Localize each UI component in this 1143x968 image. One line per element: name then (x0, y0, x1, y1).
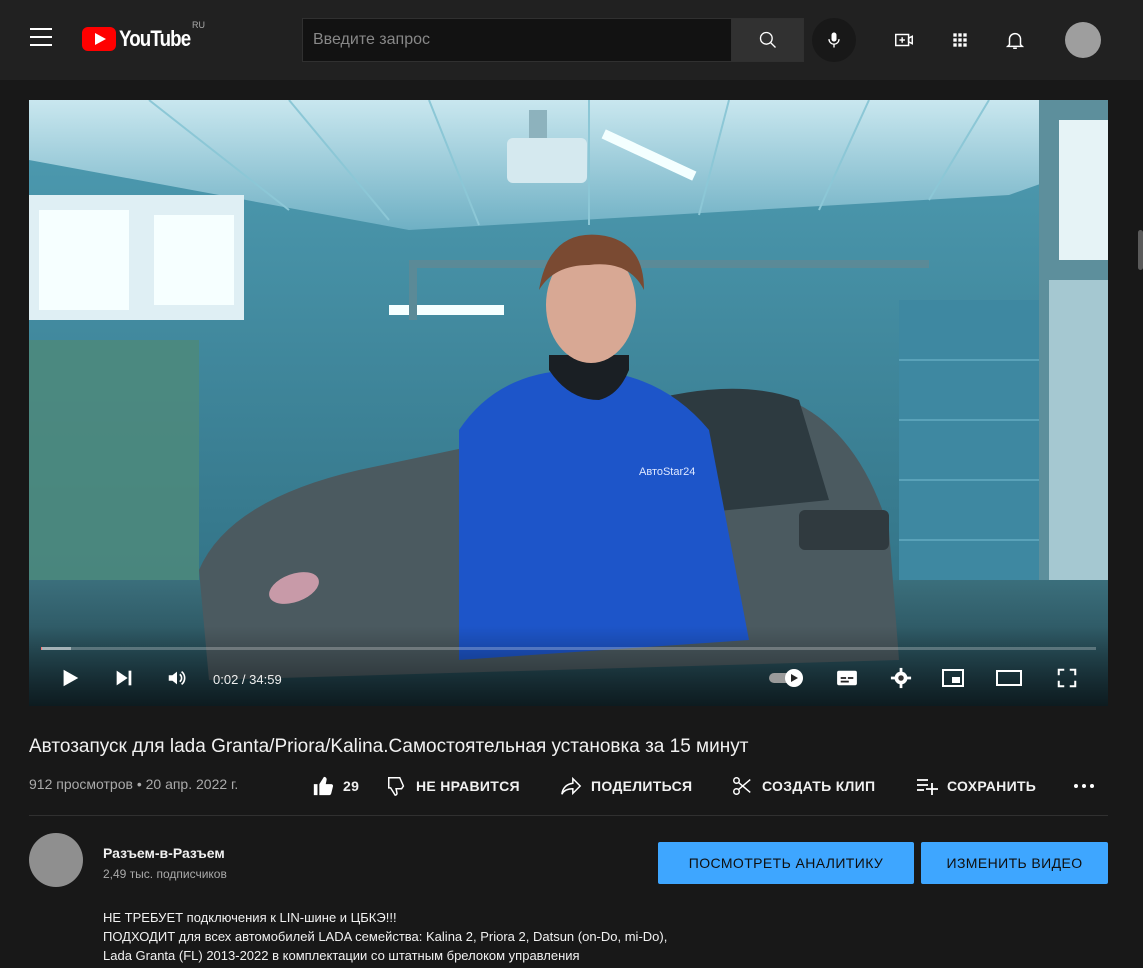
miniplayer-icon (942, 669, 964, 687)
youtube-play-icon (82, 27, 116, 51)
gear-icon (890, 667, 912, 689)
time-display: 0:02 / 34:59 (213, 672, 282, 687)
channel-name[interactable]: Разъем-в-Разъем (103, 845, 225, 861)
video-player[interactable]: АвтоStar24 0:02 / 34:59 (29, 100, 1108, 706)
buffer-bar (41, 647, 71, 650)
play-button[interactable] (55, 662, 85, 694)
account-avatar[interactable] (1065, 22, 1101, 58)
divider (29, 815, 1108, 816)
dislike-button[interactable]: НЕ НРАВИТСЯ (386, 772, 520, 800)
autoplay-toggle[interactable] (765, 662, 809, 694)
skip-next-icon (116, 670, 132, 686)
description-line: НЕ ТРЕБУЕТ подключения к LIN-шине и ЦБКЭ… (103, 910, 397, 925)
apps-grid-icon (953, 33, 967, 47)
more-horizontal-icon (1074, 784, 1094, 788)
svg-text:АвтоStar24: АвтоStar24 (639, 466, 695, 478)
search-icon (759, 31, 776, 48)
playlist-add-icon (917, 779, 938, 795)
subscriber-count: 2,49 тыс. подписчиков (103, 867, 227, 881)
fullscreen-button[interactable] (1051, 662, 1083, 694)
dislike-label: НЕ НРАВИТСЯ (416, 778, 520, 794)
theater-mode-button[interactable] (992, 662, 1026, 694)
clip-label: СОЗДАТЬ КЛИП (762, 778, 876, 794)
video-meta-row: 912 просмотров • 20 апр. 2022 г. 29 НЕ Н… (29, 772, 1108, 800)
more-actions-button[interactable] (1073, 772, 1095, 800)
views-and-date: 912 просмотров • 20 апр. 2022 г. (29, 776, 239, 792)
search-input[interactable] (302, 18, 732, 62)
volume-icon (168, 670, 186, 686)
top-bar: YouTube RU (0, 0, 1143, 80)
voice-search-button[interactable] (812, 18, 856, 62)
apps-button[interactable] (944, 24, 976, 56)
theater-mode-icon (996, 670, 1022, 686)
bell-icon (1005, 32, 1025, 49)
like-button[interactable]: 29 (311, 772, 359, 800)
thumbs-up-icon (313, 776, 334, 796)
scissors-icon (733, 777, 751, 795)
player-controls: 0:02 / 34:59 (29, 626, 1108, 706)
share-button[interactable]: ПОДЕЛИТЬСЯ (559, 772, 692, 800)
microphone-icon (828, 32, 840, 48)
autoplay-toggle-icon (769, 669, 803, 687)
video-description: НЕ ТРЕБУЕТ подключения к LIN-шине и ЦБКЭ… (103, 908, 667, 965)
miniplayer-button[interactable] (937, 662, 969, 694)
play-icon (63, 669, 79, 687)
create-video-button[interactable] (888, 24, 920, 56)
save-button[interactable]: СОХРАНИТЬ (915, 772, 1036, 800)
settings-button[interactable] (885, 662, 917, 694)
view-analytics-button[interactable]: ПОСМОТРЕТЬ АНАЛИТИКУ (658, 842, 914, 884)
region-label: RU (192, 20, 205, 30)
fullscreen-icon (1057, 668, 1077, 688)
clip-button[interactable]: СОЗДАТЬ КЛИП (730, 772, 875, 800)
video-camera-plus-icon (895, 33, 913, 47)
next-button[interactable] (109, 662, 139, 694)
subtitles-button[interactable] (831, 662, 863, 694)
thumbs-down-icon (388, 777, 405, 796)
edit-video-button[interactable]: ИЗМЕНИТЬ ВИДЕО (921, 842, 1108, 884)
description-line: Lada Granta (FL) 2013-2022 в комплектаци… (103, 948, 580, 963)
share-label: ПОДЕЛИТЬСЯ (591, 778, 693, 794)
channel-avatar[interactable] (29, 833, 83, 887)
youtube-logo[interactable]: YouTube RU (82, 20, 205, 52)
like-count: 29 (343, 778, 360, 794)
search-bar (302, 18, 804, 62)
save-label: СОХРАНИТЬ (947, 778, 1037, 794)
share-arrow-icon (561, 776, 582, 796)
description-line: ПОДХОДИТ для всех автомобилей LADA семей… (103, 929, 668, 944)
video-frame: АвтоStar24 (29, 100, 1108, 706)
page-scrollbar[interactable] (1138, 230, 1143, 270)
volume-button[interactable] (162, 662, 192, 694)
logo-text: YouTube (119, 26, 191, 51)
notifications-button[interactable] (999, 24, 1031, 56)
video-title: Автозапуск для lada Granta/Priora/Kalina… (29, 736, 749, 757)
menu-icon[interactable] (30, 28, 52, 48)
subtitles-icon (837, 670, 857, 686)
progress-bar[interactable] (41, 647, 1096, 650)
search-button[interactable] (732, 18, 804, 62)
